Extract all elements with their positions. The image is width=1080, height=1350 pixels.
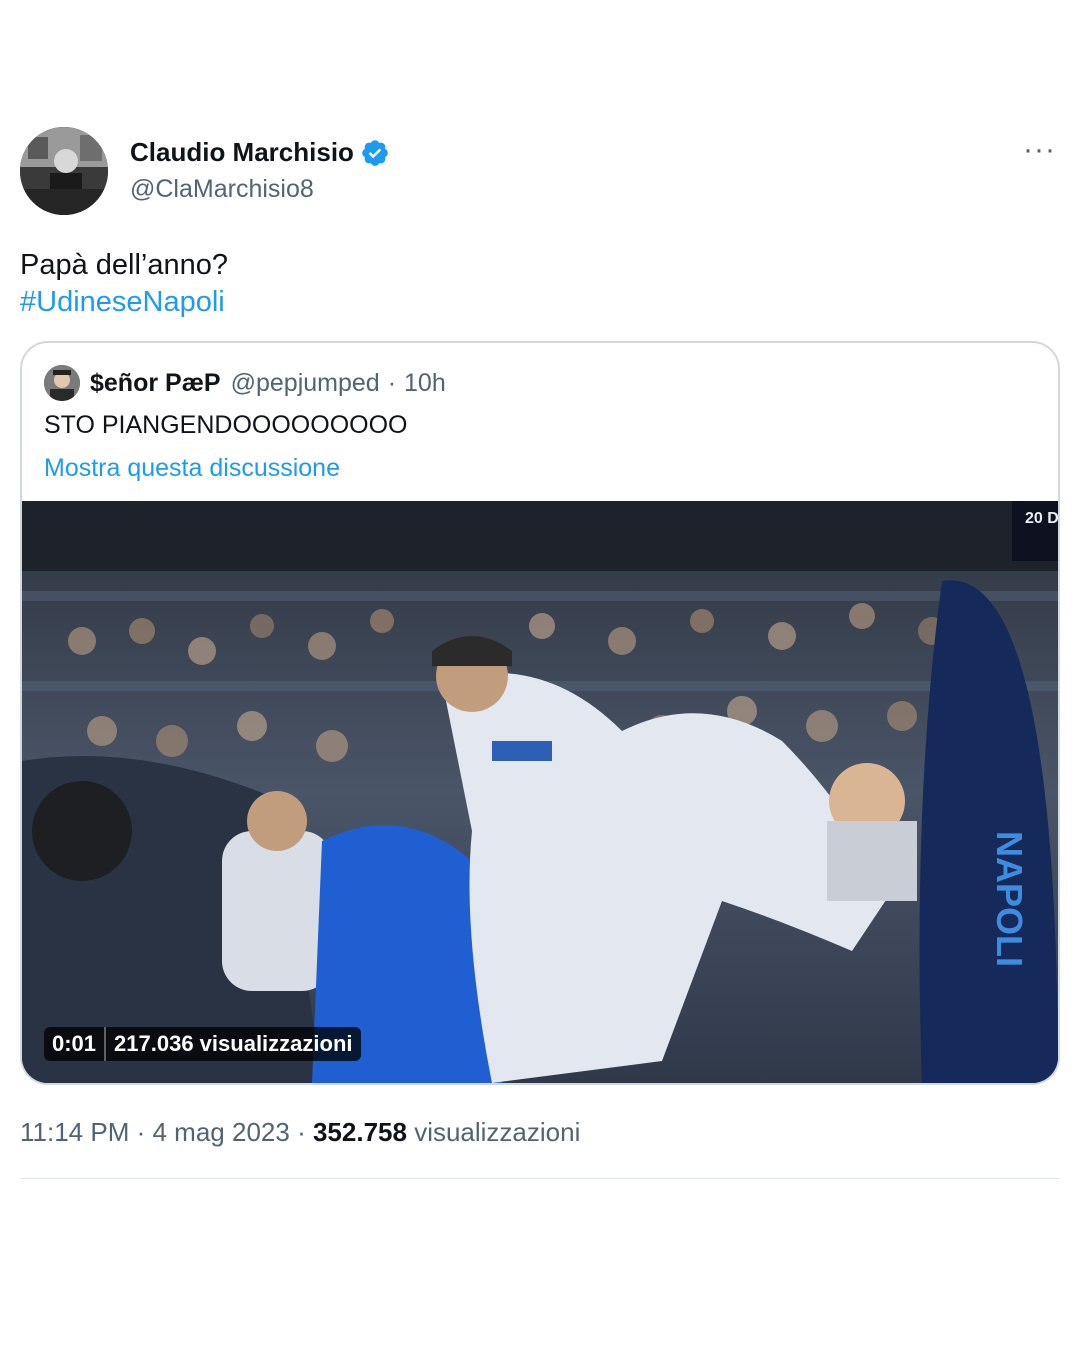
hashtag-link[interactable]: #UdineseNapoli: [20, 284, 1060, 321]
divider: [20, 1178, 1060, 1179]
tweet-time[interactable]: 11:14 PM: [20, 1117, 129, 1147]
show-thread-link[interactable]: Mostra questa discussione: [22, 440, 1058, 501]
author-display-name[interactable]: Claudio Marchisio: [130, 137, 354, 168]
video-duration: 0:01: [52, 1031, 97, 1056]
video-info-badge: 0:01 217.036 visualizzazioni: [44, 1027, 361, 1061]
quoted-author-name[interactable]: $eñor PæP: [90, 369, 221, 398]
video-views: 217.036 visualizzazioni: [114, 1031, 353, 1056]
separator-dot: ·: [136, 1117, 146, 1147]
quoted-author-avatar[interactable]: [44, 365, 80, 401]
video-thumbnail: NAPOLI 20 DA: [22, 501, 1058, 1083]
quoted-author-handle[interactable]: @pepjumped: [231, 369, 380, 398]
author-avatar[interactable]: [20, 127, 108, 215]
separator-dot: ·: [297, 1117, 306, 1147]
more-options-icon[interactable]: ···: [1023, 135, 1056, 165]
tweet-meta: 11:14 PM · 4 mag 2023 · 352.758 visualiz…: [20, 1117, 1060, 1148]
tweet-date[interactable]: 4 mag 2023: [153, 1117, 290, 1147]
author-handle[interactable]: @ClaMarchisio8: [130, 175, 314, 204]
tweet-text: Papà dell’anno? #UdineseNapoli: [20, 247, 1060, 321]
video-player[interactable]: NAPOLI 20 DA 0:01 217.036 visualizzazion…: [22, 501, 1058, 1083]
verified-badge-icon: [362, 139, 388, 166]
stadium-banner-text: 20 DA: [1025, 510, 1058, 527]
author-name-row: Claudio Marchisio: [130, 137, 390, 168]
views-count: 352.758: [312, 1117, 407, 1147]
quoted-tweet[interactable]: $eñor PæP @pepjumped · 10h STO PIANGENDO…: [20, 341, 1060, 1085]
separator-dot: ·: [387, 368, 397, 397]
napoli-jersey-text: NAPOLI: [989, 831, 1030, 967]
quoted-time[interactable]: 10h: [404, 369, 446, 398]
quoted-text: STO PIANGENDOOOOOOOOO: [44, 411, 408, 439]
tweet[interactable]: Claudio Marchisio @ClaMarchisio8 ··· Pap…: [20, 127, 1060, 1179]
views-label: visualizzazioni: [414, 1117, 581, 1147]
quoted-tweet-header: $eñor PæP @pepjumped · 10h: [22, 343, 1058, 401]
tweet-header: Claudio Marchisio @ClaMarchisio8 ···: [20, 127, 1060, 217]
tweet-text-line: Papà dell’anno?: [20, 249, 229, 281]
